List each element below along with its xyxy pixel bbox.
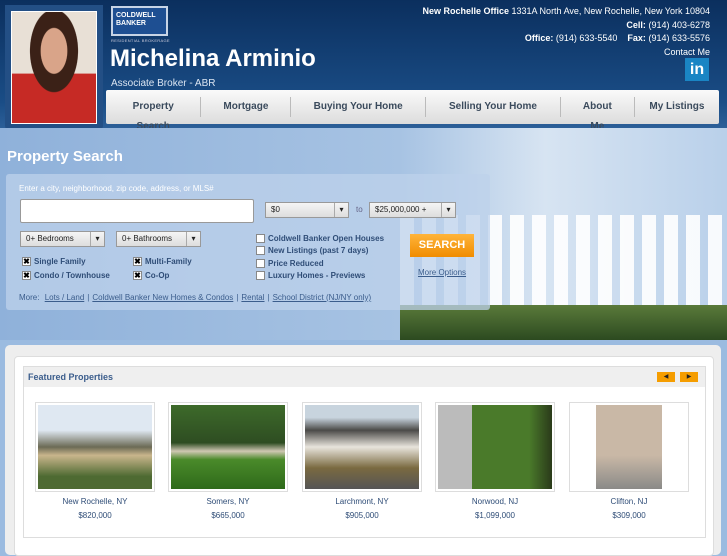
link-school-district[interactable]: School District (NJ/NY only) [273, 293, 372, 302]
featured-title: Featured Properties [24, 367, 705, 387]
nav-selling[interactable]: Selling Your Home [426, 97, 561, 117]
checkbox-label: Co-Op [145, 271, 170, 280]
checkbox-label: Coldwell Banker Open Houses [268, 234, 385, 243]
bedrooms-select[interactable]: 0+ Bedrooms [20, 231, 105, 247]
logo-subtitle: RESIDENTIAL BROKERAGE [111, 38, 170, 43]
property-card[interactable]: Larchmont, NY $905,000 [302, 402, 422, 520]
next-arrow-icon[interactable]: ▶ [680, 372, 698, 382]
property-card[interactable]: Clifton, NJ $309,000 [569, 402, 689, 520]
checkbox-checked-icon: ✖ [133, 271, 142, 280]
property-city[interactable]: Norwood, NJ [435, 497, 555, 506]
checkbox-luxury[interactable]: Luxury Homes - Previews [256, 271, 365, 280]
checkbox-open-houses[interactable]: Coldwell Banker Open Houses [256, 234, 384, 243]
property-city[interactable]: Somers, NY [168, 497, 288, 506]
checkbox-checked-icon: ✖ [22, 271, 31, 280]
checkbox-price-reduced[interactable]: Price Reduced [256, 259, 324, 268]
to-label: to [356, 205, 363, 214]
property-photo[interactable] [168, 402, 288, 492]
nav-about-me[interactable]: About Me [561, 97, 635, 132]
nav-buying[interactable]: Buying Your Home [291, 97, 427, 117]
price-min-select[interactable]: $0 [265, 202, 349, 218]
nav-property-search[interactable]: Property Search [106, 97, 202, 132]
property-photo[interactable] [569, 402, 689, 492]
property-price: $820,000 [78, 511, 112, 520]
property-search-heading: Property Search [7, 148, 123, 165]
checkbox-icon [256, 246, 265, 255]
nav-mortgage[interactable]: Mortgage [201, 97, 292, 117]
property-city[interactable]: New Rochelle, NY [35, 497, 155, 506]
checkbox-icon [256, 234, 265, 243]
checkbox-label: Price Reduced [268, 259, 324, 268]
checkbox-label: New Listings (past 7 days) [268, 246, 369, 255]
cell-phone: (914) 403-6278 [648, 19, 710, 30]
link-rental[interactable]: Rental [241, 293, 264, 302]
checkbox-single-family[interactable]: ✖ Single Family [22, 257, 86, 266]
property-photo[interactable] [435, 402, 555, 492]
checkbox-checked-icon: ✖ [133, 257, 142, 266]
nav-my-listings[interactable]: My Listings [635, 97, 719, 117]
prev-arrow-icon[interactable]: ◀ [657, 372, 675, 382]
office-phone: (914) 633-5540 [555, 33, 618, 43]
office-address: 1331A North Ave, New Rochelle, New York … [511, 6, 710, 16]
checkbox-coop[interactable]: ✖ Co-Op [133, 271, 169, 280]
more-links: More: Lots / Land | Coldwell Banker New Ho… [19, 293, 372, 302]
property-card[interactable]: Norwood, NJ $1,099,000 [435, 402, 555, 520]
checkbox-condo[interactable]: ✖ Condo / Townhouse [22, 271, 110, 280]
property-price: $309,000 [612, 511, 646, 520]
grass-image [400, 305, 727, 340]
logo-text: COLDWELL BANKER [116, 12, 156, 27]
property-price: $665,000 [211, 511, 245, 520]
agent-photo [5, 5, 103, 133]
linkedin-icon[interactable]: in [685, 58, 709, 81]
fax-label: Fax: [627, 33, 646, 43]
cell-label: Cell: [626, 19, 646, 30]
checkbox-label: Multi-Family [145, 257, 192, 266]
main-nav: Property Search Mortgage Buying Your Hom… [106, 90, 719, 132]
property-card[interactable]: Somers, NY $665,000 [168, 402, 288, 520]
price-max-select[interactable]: $25,000,000 + [369, 202, 456, 218]
search-hint: Enter a city, neighborhood, zip code, ad… [19, 184, 214, 193]
fax: (914) 633-5576 [648, 33, 710, 43]
checkbox-icon [256, 271, 265, 280]
checkbox-new-listings[interactable]: New Listings (past 7 days) [256, 246, 368, 255]
checkbox-label: Luxury Homes - Previews [268, 271, 366, 280]
featured-properties: Featured Properties ◀ ▶ New Rochelle, NY… [23, 366, 706, 538]
property-price: $1,099,000 [474, 511, 516, 520]
link-new-homes[interactable]: Coldwell Banker New Homes & Condos [92, 293, 233, 302]
property-photo[interactable] [302, 402, 422, 492]
contact-me-link[interactable]: Contact Me [422, 46, 710, 60]
bathrooms-select[interactable]: 0+ Bathrooms [116, 231, 201, 247]
property-photo[interactable] [35, 402, 155, 492]
office-label: New Rochelle Office [422, 6, 510, 16]
property-card[interactable]: New Rochelle, NY $820,000 [35, 402, 155, 520]
checkbox-checked-icon: ✖ [22, 257, 31, 266]
search-button[interactable]: SEARCH [410, 234, 474, 257]
checkbox-multi-family[interactable]: ✖ Multi-Family [133, 257, 192, 266]
contact-info: New Rochelle Office 1331A North Ave, New… [422, 5, 710, 59]
link-lots-land[interactable]: Lots / Land [45, 293, 85, 302]
agent-title: Associate Broker - ABR [111, 78, 216, 89]
coldwell-banker-logo[interactable]: COLDWELL BANKER [111, 6, 168, 36]
search-input[interactable] [20, 199, 254, 223]
checkbox-icon [256, 259, 265, 268]
more-label: More: [19, 293, 40, 302]
more-options-link[interactable]: More Options [418, 268, 466, 277]
checkbox-label: Condo / Townhouse [34, 271, 110, 280]
search-panel: Enter a city, neighborhood, zip code, ad… [6, 174, 490, 310]
agent-name: Michelina Arminio [110, 45, 316, 72]
property-price: $905,000 [345, 511, 379, 520]
property-city[interactable]: Larchmont, NY [302, 497, 422, 506]
checkbox-label: Single Family [34, 257, 86, 266]
office-phone-label: Office: [524, 33, 554, 43]
property-city[interactable]: Clifton, NJ [569, 497, 689, 506]
